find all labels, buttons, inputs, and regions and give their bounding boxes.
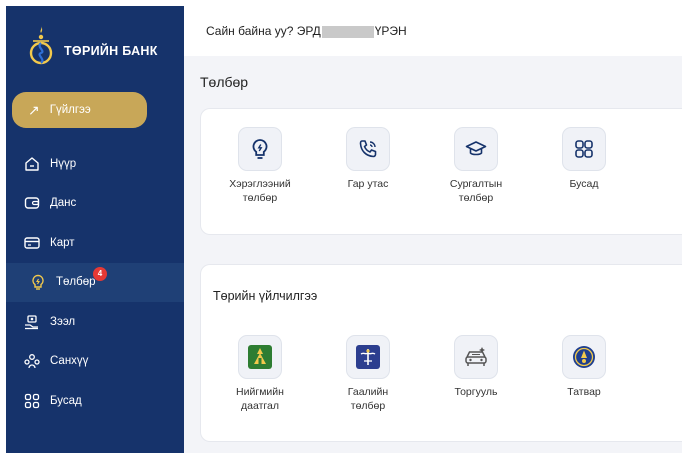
loan-hand-icon [22, 312, 42, 332]
redacted-name [321, 25, 374, 38]
tile-label: Татвар [567, 386, 601, 398]
tile-label: Сургалтын төлбөр [449, 178, 503, 204]
lightbulb-icon [28, 272, 48, 292]
phone-icon [346, 127, 390, 171]
tile-tuition-payment[interactable]: Сургалтын төлбөр [431, 127, 521, 205]
graduation-cap-icon [454, 127, 498, 171]
top-header: Сайн байна уу? ЭРД ҮРЭН [184, 6, 682, 56]
transfer-button-label: Гүйлгээ [49, 104, 91, 116]
sidebar-item-account[interactable]: Данс [6, 184, 184, 224]
soyombo-logo-icon [28, 23, 54, 67]
tile-label: Гаалийн төлбөр [347, 386, 389, 412]
grid-icon [22, 391, 42, 411]
people-icon [22, 351, 42, 371]
car-fine-icon [454, 335, 498, 379]
gov-services-card: Төрийн үйлчилгээ Нийгмийн даатгал Гаалий… [200, 264, 682, 442]
sidebar-item-label: Төлбөр [56, 276, 96, 289]
page-title: Төлбөр [200, 74, 249, 90]
sidebar-item-other[interactable]: Бусад [6, 381, 184, 421]
sidebar-item-card[interactable]: Карт [6, 223, 184, 263]
tile-label: Торгууль [454, 386, 498, 398]
tile-label: Хэрэглээний төлбөр [229, 178, 291, 204]
sidebar-item-home[interactable]: Нүүр [6, 144, 184, 184]
tile-customs-payment[interactable]: Гаалийн төлбөр [323, 335, 413, 413]
greeting-text: Сайн байна уу? ЭРД ҮРЭН [206, 24, 407, 38]
tile-other[interactable]: Бусад [539, 127, 629, 191]
payments-card: Хэрэглээний төлбөр Гар утас Сургалтын тө… [200, 108, 682, 235]
sidebar: ТӨРИЙН БАНК ↗ Гүйлгээ Нүүр Данс Карт Төл… [6, 6, 184, 453]
sidebar-item-label: Нүүр [50, 157, 77, 170]
tile-label: Бусад [569, 178, 599, 190]
section-title: Төрийн үйлчилгээ [213, 289, 318, 303]
tax-logo [562, 335, 606, 379]
sidebar-item-loan[interactable]: Зээл [6, 302, 184, 342]
greeting-prefix: Сайн байна уу? ЭРД [206, 24, 321, 38]
bank-name: ТӨРИЙН БАНК [64, 44, 158, 58]
grid-icon [562, 127, 606, 171]
tile-utility-payment[interactable]: Хэрэглээний төлбөр [215, 127, 305, 205]
tile-label: Гар утас [347, 178, 389, 190]
sidebar-item-label: Зээл [50, 315, 76, 328]
tile-tax[interactable]: Татвар [539, 335, 629, 399]
tile-mobile-phone[interactable]: Гар утас [323, 127, 413, 191]
sidebar-nav: Нүүр Данс Карт Төлбөр 4 Зээл Санхүү Буса… [6, 144, 184, 421]
card-icon [22, 233, 42, 253]
bank-logo[interactable]: ТӨРИЙН БАНК [28, 20, 158, 70]
greeting-suffix: ҮРЭН [374, 24, 407, 38]
sidebar-item-label: Данс [50, 197, 77, 210]
sidebar-item-label: Карт [50, 236, 75, 249]
social-insurance-logo [238, 335, 282, 379]
tile-social-insurance[interactable]: Нийгмийн даатгал [215, 335, 305, 413]
customs-logo [346, 335, 390, 379]
sidebar-item-label: Санхүү [50, 355, 89, 368]
lightbulb-icon [238, 127, 282, 171]
arrow-up-right-icon: ↗ [28, 101, 40, 118]
home-icon [22, 154, 42, 174]
tile-traffic-fine[interactable]: Торгууль [431, 335, 521, 399]
wallet-icon [22, 193, 42, 213]
sidebar-item-savings[interactable]: Санхүү [6, 342, 184, 382]
tile-label: Нийгмийн даатгал [236, 386, 284, 412]
notification-badge: 4 [93, 266, 107, 281]
transfer-button[interactable]: ↗ Гүйлгээ [12, 92, 147, 128]
sidebar-item-label: Бусад [50, 394, 82, 407]
sidebar-item-payment[interactable]: Төлбөр 4 [6, 262, 184, 302]
